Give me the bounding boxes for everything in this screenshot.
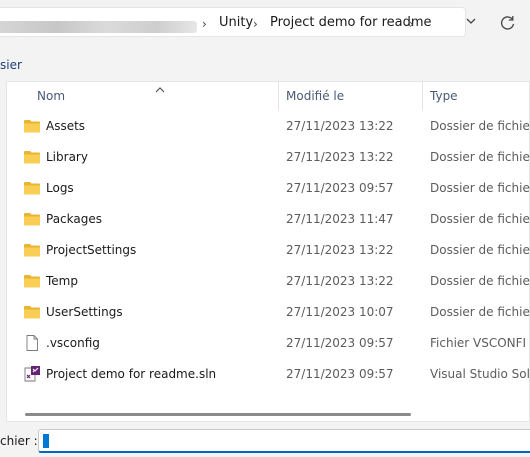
column-name[interactable]: Nom (37, 89, 65, 103)
item-modified-date: 27/11/2023 13:22 (286, 243, 394, 257)
file-list: Nom Modifié le Type Assets 27/11/2023 13:… (6, 81, 530, 422)
filename-label: chier : (0, 434, 38, 448)
breadcrumb-item-unity[interactable]: Unity (219, 15, 253, 30)
item-modified-date: 27/11/2023 13:22 (286, 150, 394, 164)
filename-input[interactable] (38, 429, 530, 453)
folder-icon (23, 242, 41, 258)
command-bar: sier (0, 50, 530, 80)
item-type: Dossier de fichie (430, 305, 530, 319)
item-type: Dossier de fichie (430, 274, 530, 288)
folder-icon (23, 211, 41, 227)
refresh-icon[interactable] (497, 12, 519, 34)
item-modified-date: 27/11/2023 09:57 (286, 336, 394, 350)
item-name: Packages (46, 212, 102, 226)
new-folder-button[interactable]: sier (0, 58, 22, 72)
list-item[interactable]: UserSettings 27/11/2023 10:07 Dossier de f… (7, 297, 530, 328)
column-modified[interactable]: Modifié le (286, 89, 344, 103)
item-type: Visual Studio Sol (430, 367, 530, 381)
item-modified-date: 27/11/2023 13:22 (286, 274, 394, 288)
item-name: Library (46, 150, 88, 164)
item-name: Logs (46, 181, 74, 195)
list-item[interactable]: .vsconfig 27/11/2023 09:57 Fichier VSCONFI (7, 328, 530, 359)
visual-studio-solution-icon (23, 366, 41, 382)
item-type: Dossier de fichie (430, 181, 530, 195)
item-modified-date: 27/11/2023 09:57 (286, 367, 394, 381)
item-type: Dossier de fichie (430, 150, 530, 164)
item-type: Dossier de fichie (430, 212, 530, 226)
folder-icon (23, 180, 41, 196)
scrollbar-thumb[interactable] (25, 413, 411, 416)
list-item[interactable]: Logs 27/11/2023 09:57 Dossier de fichie (7, 173, 530, 204)
item-type: Fichier VSCONFI (430, 336, 527, 350)
breadcrumb-item-project[interactable]: Project demo for readme (270, 15, 432, 30)
item-type: Dossier de fichie (430, 243, 530, 257)
file-icon (23, 335, 41, 351)
item-name: Temp (46, 274, 78, 288)
list-item[interactable]: Temp 27/11/2023 13:22 Dossier de fichie (7, 266, 530, 297)
column-divider[interactable] (422, 82, 423, 110)
breadcrumb[interactable]: › Unity › Project demo for readme › (0, 7, 466, 37)
chevron-down-icon[interactable] (465, 15, 477, 30)
horizontal-scrollbar[interactable] (7, 408, 530, 420)
folder-icon (23, 304, 41, 320)
item-name: ProjectSettings (46, 243, 137, 257)
chevron-right-icon[interactable]: › (202, 17, 207, 31)
list-item[interactable]: Project demo for readme.sln 27/11/2023 09… (7, 359, 530, 390)
item-type: Dossier de fichie (430, 119, 530, 133)
column-divider[interactable] (278, 82, 279, 110)
chevron-right-icon[interactable]: › (409, 17, 414, 31)
address-bar: › Unity › Project demo for readme › (0, 0, 530, 44)
redacted-path (0, 21, 197, 33)
column-type[interactable]: Type (430, 89, 458, 103)
item-name: Project demo for readme.sln (46, 367, 217, 381)
list-item[interactable]: Packages 27/11/2023 11:47 Dossier de fichi… (7, 204, 530, 235)
item-name: .vsconfig (46, 336, 100, 350)
item-modified-date: 27/11/2023 11:47 (286, 212, 394, 226)
folder-icon (23, 118, 41, 134)
list-item[interactable]: Assets 27/11/2023 13:22 Dossier de fichie (7, 111, 530, 142)
folder-icon (23, 149, 41, 165)
list-item[interactable]: Library 27/11/2023 13:22 Dossier de fichie (7, 142, 530, 173)
folder-icon (23, 273, 41, 289)
item-modified-date: 27/11/2023 10:07 (286, 305, 394, 319)
chevron-right-icon[interactable]: › (253, 17, 258, 31)
text-cursor (43, 434, 49, 448)
list-item[interactable]: ProjectSettings 27/11/2023 13:22 Dossier d… (7, 235, 530, 266)
column-header: Nom Modifié le Type (7, 82, 530, 110)
item-modified-date: 27/11/2023 13:22 (286, 119, 394, 133)
item-name: UserSettings (46, 305, 123, 319)
item-modified-date: 27/11/2023 09:57 (286, 181, 394, 195)
item-name: Assets (46, 119, 86, 133)
